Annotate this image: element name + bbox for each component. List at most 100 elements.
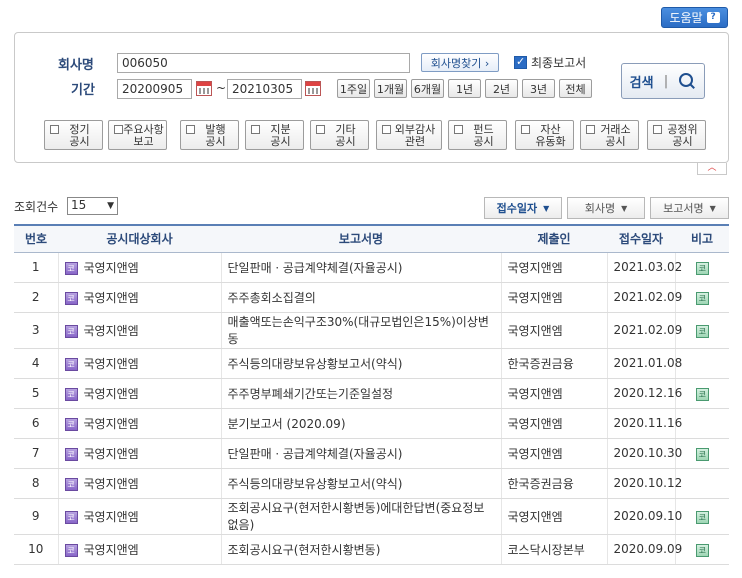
category-checkbox[interactable] — [50, 125, 59, 134]
table-row[interactable]: 6 코 국영지앤엠 분기보고서 (2020.09) 국영지앤엠 2020.11.16 — [14, 408, 729, 439]
find-company-button[interactable]: 회사명찾기 › — [421, 53, 499, 72]
category-fund-button[interactable]: 펀드 공시 — [448, 120, 507, 150]
category-checkbox[interactable] — [454, 125, 463, 134]
row-report-link[interactable]: 매출액또는손익구조30%(대규모법인은15%)이상변동 — [221, 312, 502, 349]
sort-down-icon: ▼ — [709, 203, 716, 213]
category-checkbox[interactable] — [186, 125, 195, 134]
row-number: 9 — [14, 498, 59, 535]
category-audit-button[interactable]: 외부감사 관련 — [376, 120, 442, 150]
start-date-input[interactable] — [117, 79, 192, 99]
sort-date-button[interactable]: 접수일자 ▼ — [484, 197, 562, 219]
category-checkbox[interactable] — [586, 125, 595, 134]
row-submitter: 국영지앤엠 — [501, 438, 608, 469]
category-abs-button[interactable]: 자산 유동화 — [515, 120, 574, 150]
start-calendar-icon[interactable] — [196, 81, 212, 96]
row-company[interactable]: 코 국영지앤엠 — [58, 438, 222, 469]
row-company[interactable]: 코 국영지앤엠 — [58, 348, 222, 379]
row-report-link[interactable]: 주식등의대량보유상황보고서(약식) — [221, 348, 502, 379]
row-remark: 코 — [675, 252, 729, 283]
row-remark: 코 — [675, 438, 729, 469]
col-remark: 비고 — [675, 224, 729, 253]
table-row[interactable]: 9 코 국영지앤엠 조회공시요구(현저한시황변동)에대한답변(중요정보없음) 국영지앤엠… — [14, 498, 729, 535]
sort-report-button[interactable]: 보고서명 ▼ — [650, 197, 729, 219]
row-remark: 코 — [675, 498, 729, 535]
table-row[interactable]: 5 코 국영지앤엠 주주명부폐쇄기간또는기준일설정 국영지앤엠 2020.12.16 코 — [14, 378, 729, 409]
category-other-button[interactable]: 기타 공시 — [310, 120, 369, 150]
period-3year-button[interactable]: 3년 — [522, 79, 555, 98]
company-input[interactable] — [117, 53, 410, 73]
row-date: 2020.10.30 — [607, 438, 682, 469]
period-1month-button[interactable]: 1개월 — [374, 79, 407, 98]
category-exchange-button[interactable]: 거래소 공시 — [580, 120, 639, 150]
table-row[interactable]: 2 코 국영지앤엠 주주총회소집결의 국영지앤엠 2021.02.09 코 — [14, 282, 729, 313]
row-report-link[interactable]: 주식등의대량보유상황보고서(약식) — [221, 468, 502, 499]
row-report-link[interactable]: 단일판매ㆍ공급계약체결(자율공시) — [221, 252, 502, 283]
help-question-icon: ? — [706, 12, 720, 23]
kosdaq-corp-icon: 코 — [64, 387, 78, 401]
table-row[interactable]: 7 코 국영지앤엠 단일판매ㆍ공급계약체결(자율공시) 국영지앤엠 2020.10.30 코 — [14, 438, 729, 469]
row-company[interactable]: 코 국영지앤엠 — [58, 378, 222, 409]
row-company[interactable]: 코 국영지앤엠 — [58, 282, 222, 313]
category-checkbox[interactable] — [316, 125, 325, 134]
row-company[interactable]: 코 국영지앤엠 — [58, 252, 222, 283]
row-company[interactable]: 코 국영지앤엠 — [58, 498, 222, 535]
table-row[interactable]: 10 코 국영지앤엠 조회공시요구(현저한시황변동) 코스닥시장본부 2020.09.09… — [14, 534, 729, 565]
kosdaq-corp-icon: 코 — [64, 261, 78, 275]
row-report-link[interactable]: 분기보고서 (2020.09) — [221, 408, 502, 439]
row-report-link[interactable]: 조회공시요구(현저한시황변동) — [221, 534, 502, 565]
category-issuance-button[interactable]: 발행 공시 — [180, 120, 239, 150]
count-label: 조회건수 — [14, 200, 59, 214]
row-company[interactable]: 코 국영지앤엠 — [58, 534, 222, 565]
kosdaq-remark-icon: 코 — [695, 261, 709, 275]
row-company[interactable]: 코 국영지앤엠 — [58, 408, 222, 439]
collapse-toggle[interactable]: ︿ — [697, 163, 727, 175]
table-row[interactable]: 4 코 국영지앤엠 주식등의대량보유상황보고서(약식) 한국증권금융 2021.01.08 — [14, 348, 729, 379]
period-2year-button[interactable]: 2년 — [485, 79, 518, 98]
category-checkbox[interactable] — [382, 125, 391, 134]
category-ftc-button[interactable]: 공정위 공시 — [647, 120, 706, 150]
category-checkbox[interactable] — [114, 125, 123, 134]
period-6month-button[interactable]: 6개월 — [411, 79, 444, 98]
row-report-link[interactable]: 주주총회소집결의 — [221, 282, 502, 313]
kosdaq-corp-icon: 코 — [64, 543, 78, 557]
row-number: 6 — [14, 408, 59, 439]
row-date: 2020.11.16 — [607, 408, 682, 439]
table-row[interactable]: 1 코 국영지앤엠 단일판매ㆍ공급계약체결(자율공시) 국영지앤엠 2021.03.02 코 — [14, 252, 729, 283]
row-remark: 코 — [675, 378, 729, 409]
sort-company-button[interactable]: 회사명 ▼ — [567, 197, 645, 219]
category-equity-button[interactable]: 지분 공시 — [245, 120, 304, 150]
row-remark: 코 — [675, 312, 729, 349]
row-date: 2020.12.16 — [607, 378, 682, 409]
end-date-input[interactable] — [227, 79, 302, 99]
row-number: 10 — [14, 534, 59, 565]
period-1year-button[interactable]: 1년 — [448, 79, 481, 98]
kosdaq-remark-icon: 코 — [695, 324, 709, 338]
category-major-button[interactable]: 주요사항 보고 — [108, 120, 167, 150]
end-calendar-icon[interactable] — [305, 81, 321, 96]
table-row[interactable]: 3 코 국영지앤엠 매출액또는손익구조30%(대규모법인은15%)이상변동 국영지앤엠 2… — [14, 312, 729, 349]
kosdaq-remark-icon: 코 — [695, 387, 709, 401]
final-report-checkbox[interactable] — [514, 55, 527, 69]
row-number: 5 — [14, 378, 59, 409]
row-number: 8 — [14, 468, 59, 499]
period-1week-button[interactable]: 1주일 — [337, 79, 370, 98]
row-number: 7 — [14, 438, 59, 469]
row-date: 2021.02.09 — [607, 312, 682, 349]
row-company[interactable]: 코 국영지앤엠 — [58, 312, 222, 349]
category-checkbox[interactable] — [653, 125, 662, 134]
search-button[interactable]: 검색 | — [621, 63, 705, 99]
row-number: 1 — [14, 252, 59, 283]
category-checkbox[interactable] — [521, 125, 530, 134]
category-checkbox[interactable] — [251, 125, 260, 134]
period-all-button[interactable]: 전체 — [559, 79, 592, 98]
count-select[interactable]: 15 ▼ — [67, 197, 118, 215]
row-report-link[interactable]: 단일판매ㆍ공급계약체결(자율공시) — [221, 438, 502, 469]
disclosure-table: 번호 공시대상회사 보고서명 제출인 접수일자 비고 1 코 국영지앤엠 단일판매ㆍ공… — [14, 224, 729, 565]
row-company[interactable]: 코 국영지앤엠 — [58, 468, 222, 499]
row-report-link[interactable]: 주주명부폐쇄기간또는기준일설정 — [221, 378, 502, 409]
row-report-link[interactable]: 조회공시요구(현저한시황변동)에대한답변(중요정보없음) — [221, 498, 502, 535]
table-row[interactable]: 8 코 국영지앤엠 주식등의대량보유상황보고서(약식) 한국증권금융 2020.10.12 — [14, 468, 729, 499]
help-button[interactable]: 도움말 ? — [661, 7, 728, 28]
help-label: 도움말 — [669, 11, 703, 25]
category-regular-button[interactable]: 정기 공시 — [44, 120, 103, 150]
